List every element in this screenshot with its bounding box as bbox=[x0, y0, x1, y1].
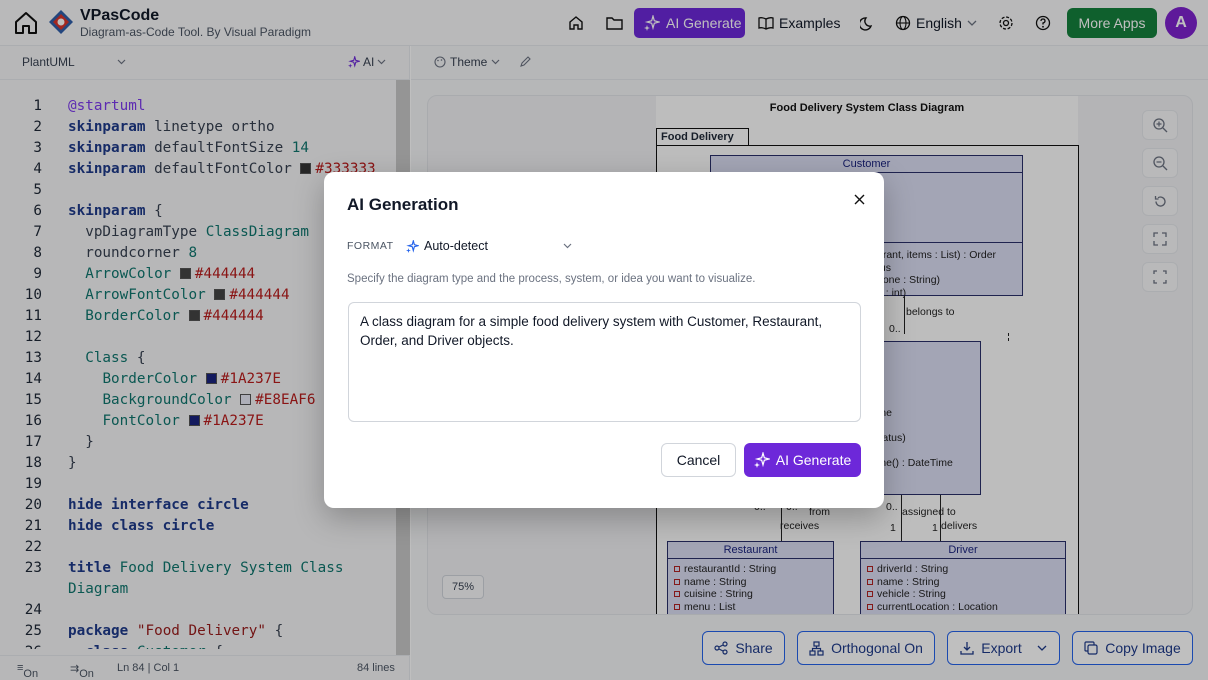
format-select[interactable]: Auto-detect bbox=[406, 235, 572, 257]
close-icon[interactable] bbox=[848, 188, 870, 210]
sparkle-icon bbox=[753, 452, 770, 468]
ai-generation-dialog: AI Generation FORMAT Auto-detect Specify… bbox=[324, 172, 884, 508]
format-label: FORMAT bbox=[347, 240, 394, 252]
format-value: Auto-detect bbox=[424, 239, 488, 253]
ai-generate-button[interactable]: AI Generate bbox=[744, 443, 861, 477]
app-root: VPasCode Diagram-as-Code Tool. By Visual… bbox=[0, 0, 1208, 680]
chevron-down-icon bbox=[563, 243, 572, 249]
prompt-hint: Specify the diagram type and the process… bbox=[347, 273, 756, 285]
sparkle-icon bbox=[406, 239, 419, 253]
cancel-button[interactable]: Cancel bbox=[661, 443, 736, 477]
dialog-title: AI Generation bbox=[347, 195, 459, 214]
ai-generate-label: AI Generate bbox=[775, 452, 852, 468]
prompt-textarea[interactable]: A class diagram for a simple food delive… bbox=[348, 302, 861, 422]
